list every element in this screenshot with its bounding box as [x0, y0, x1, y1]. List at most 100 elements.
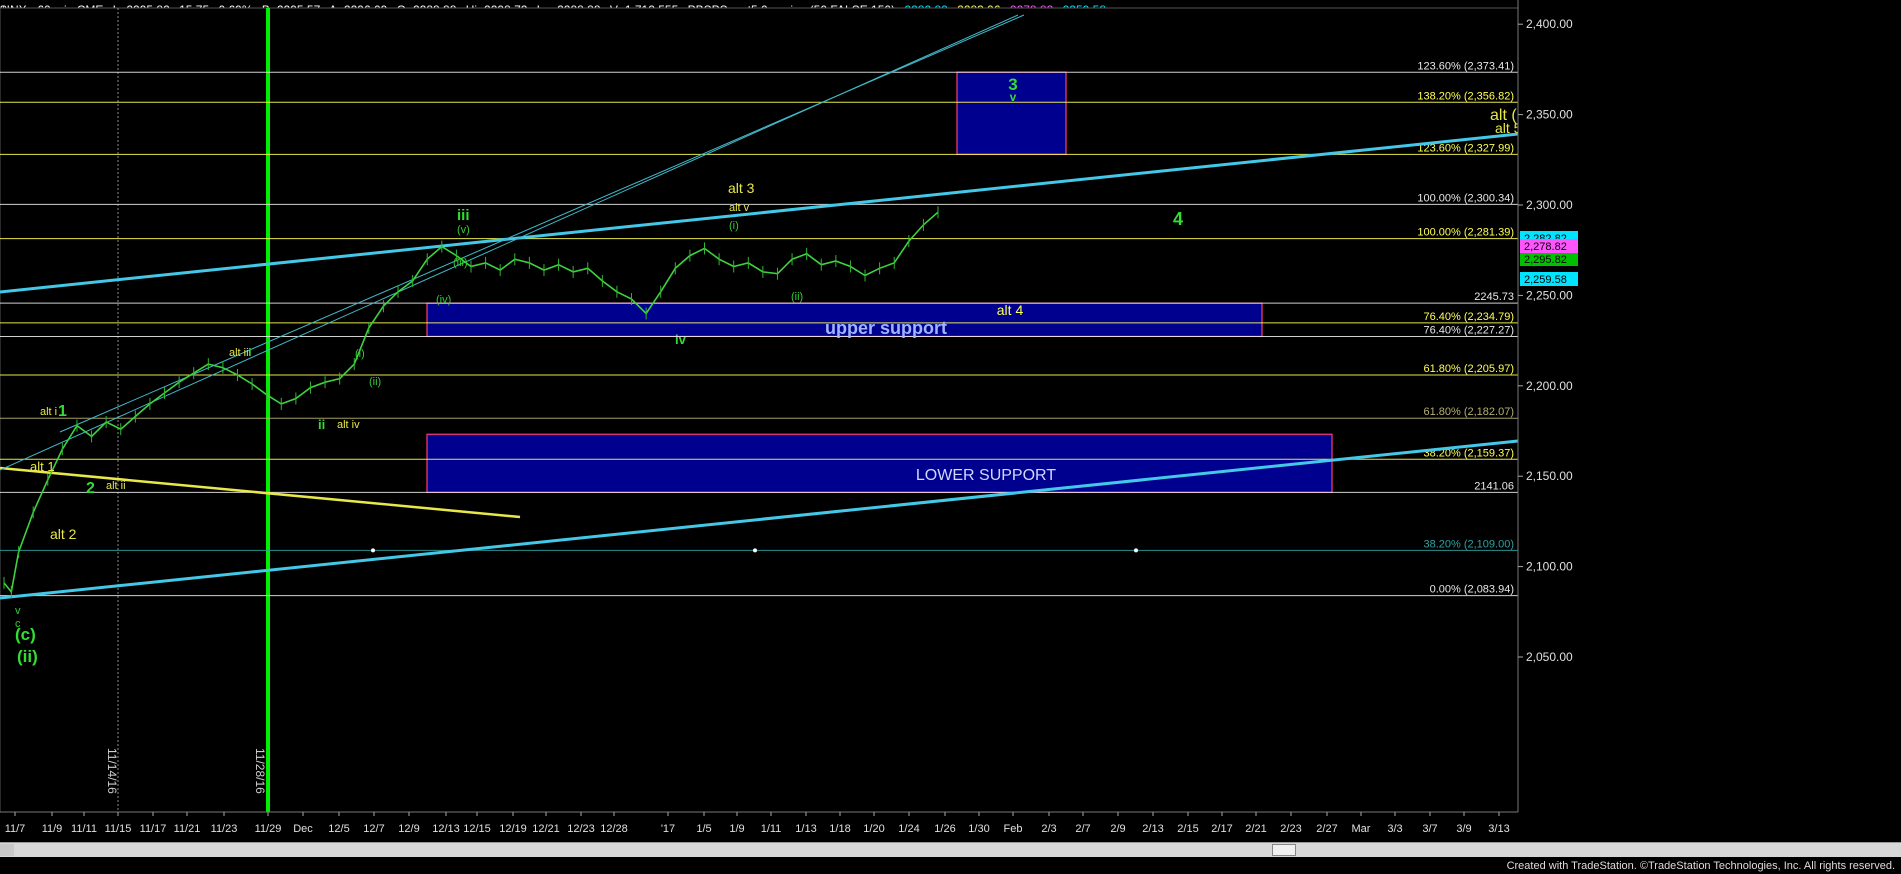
level-label-13: 0.00% (2,083.94): [1430, 584, 1514, 596]
level-label-4: 100.00% (2,281.39): [1417, 227, 1514, 239]
y-tick-label-0: 2,050.00: [1526, 650, 1573, 664]
price-tag-label-2: 2,278.82: [1524, 241, 1567, 253]
wave-label-green-2: 1: [58, 403, 67, 420]
x-tick-label-18: '17: [661, 823, 675, 835]
x-tick-label-15: 12/21: [532, 823, 560, 835]
box-label-alt-4: alt 4: [997, 302, 1024, 318]
x-tick-label-22: 1/13: [795, 823, 816, 835]
x-tick-label-13: 12/15: [463, 823, 491, 835]
y-tick-label-3: 2,200.00: [1526, 379, 1573, 393]
price-axis-bg: [1518, 0, 1901, 842]
x-tick-label-21: 1/11: [761, 823, 782, 835]
y-tick-label-1: 2,100.00: [1526, 560, 1573, 574]
wave-label-yellow-7: alt ii: [106, 480, 126, 492]
dot-marker-1: [753, 548, 757, 553]
box-label-lower-support: LOWER SUPPORT: [916, 467, 1056, 484]
level-label-8: 61.80% (2,205.97): [1423, 363, 1514, 375]
dot-marker-2: [1134, 548, 1138, 553]
x-tick-label-30: 2/7: [1075, 823, 1090, 835]
level-label-0: 123.60% (2,373.41): [1417, 60, 1514, 72]
x-tick-label-39: 3/3: [1387, 823, 1402, 835]
x-tick-label-8: Dec: [293, 823, 313, 835]
wave-label-small-2: (iv): [436, 294, 451, 306]
wave-label-small-0: (v): [457, 224, 470, 236]
wave-label-yellow-9: alt iv: [337, 419, 360, 431]
wave-label-green-3: 2: [86, 480, 95, 497]
level-label-11: 2141.06: [1474, 480, 1514, 492]
wave-label-green-1: 4: [1173, 209, 1183, 229]
wave-label-green-0: iii: [457, 207, 470, 224]
x-tick-label-17: 12/28: [600, 823, 628, 835]
wave-label-small-8: v: [15, 605, 21, 617]
x-tick-label-11: 12/9: [398, 823, 419, 835]
y-tick-label-6: 2,350.00: [1526, 108, 1573, 122]
price-tag-label-3: 2,259.58: [1524, 274, 1567, 286]
x-tick-label-3: 11/15: [105, 823, 132, 835]
tradestation-chart-window: $INX - 60 min CME L=2295.82 15.75 0.69% …: [0, 0, 1901, 874]
box-label-v: v: [1010, 90, 1017, 104]
x-tick-label-28: Feb: [1004, 823, 1023, 835]
x-tick-label-37: 2/27: [1316, 823, 1337, 835]
x-tick-label-24: 1/20: [863, 823, 884, 835]
wave-label-small-6: (ii): [791, 291, 803, 303]
x-tick-label-32: 2/13: [1142, 823, 1163, 835]
x-tick-label-1: 11/9: [42, 823, 63, 835]
x-tick-label-0: 11/7: [5, 823, 26, 835]
wave-label-small-9: c: [15, 618, 21, 630]
x-tick-label-5: 11/21: [174, 823, 201, 835]
x-tick-label-35: 2/21: [1245, 823, 1266, 835]
box-label-upper-support: upper support: [825, 318, 947, 338]
level-label-12: 38.20% (2,109.00): [1423, 538, 1514, 550]
wave-label-small-5: (i): [729, 220, 739, 232]
x-tick-label-14: 12/19: [499, 823, 527, 835]
x-tick-label-19: 1/5: [696, 823, 711, 835]
x-tick-label-38: Mar: [1352, 823, 1371, 835]
level-label-9: 61.80% (2,182.07): [1423, 406, 1514, 418]
date-marker-0: 11/14/16: [105, 748, 119, 794]
x-tick-label-23: 1/18: [829, 823, 850, 835]
x-tick-label-34: 2/17: [1211, 823, 1232, 835]
level-label-6: 76.40% (2,234.79): [1423, 311, 1514, 323]
x-tick-label-26: 1/26: [934, 823, 955, 835]
wave-label-small-1: (iii): [453, 257, 468, 269]
level-label-1: 138.20% (2,356.82): [1417, 90, 1514, 102]
x-tick-label-40: 3/7: [1422, 823, 1437, 835]
x-tick-label-25: 1/24: [898, 823, 919, 835]
y-tick-label-4: 2,250.00: [1526, 288, 1573, 302]
dot-marker-0: [371, 548, 375, 553]
level-label-5: 2245.73: [1474, 291, 1514, 303]
wave-label-yellow-4: alt i: [40, 406, 57, 418]
wave-label-yellow-0: alt 3: [728, 180, 755, 196]
x-tick-label-41: 3/9: [1456, 823, 1471, 835]
x-tick-label-16: 12/23: [567, 823, 595, 835]
x-tick-label-7: 11/29: [255, 823, 282, 835]
x-tick-label-10: 12/7: [363, 823, 384, 835]
y-tick-label-2: 2,150.00: [1526, 469, 1573, 483]
x-tick-label-36: 2/23: [1280, 823, 1301, 835]
support-box-2: [426, 433, 1333, 493]
x-tick-label-27: 1/30: [968, 823, 989, 835]
wave-label-yellow-6: alt 2: [50, 526, 77, 542]
scroll-left-button[interactable]: [0, 844, 14, 856]
x-tick-label-2: 11/11: [71, 823, 97, 835]
y-tick-label-7: 2,400.00: [1526, 17, 1573, 31]
x-tick-label-42: 3/13: [1488, 823, 1509, 835]
wave-label-small-3: (i): [355, 348, 365, 360]
wave-label-yellow-8: alt iii: [229, 347, 251, 359]
wave-label-yellow-5: alt 1: [30, 459, 55, 474]
level-label-7: 76.40% (2,227.27): [1423, 324, 1514, 336]
scroll-thumb[interactable]: [1272, 844, 1296, 856]
x-tick-label-12: 12/13: [432, 823, 460, 835]
plot-area: [0, 7, 1519, 813]
x-tick-label-20: 1/9: [729, 823, 744, 835]
x-tick-label-29: 2/3: [1041, 823, 1056, 835]
wave-label-small-4: (ii): [369, 376, 381, 388]
x-tick-label-4: 11/17: [140, 823, 167, 835]
x-tick-label-6: 11/23: [211, 823, 238, 835]
time-scrollbar[interactable]: [0, 842, 1901, 857]
y-tick-label-5: 2,300.00: [1526, 198, 1573, 212]
price-chart: 123.60% (2,373.41)138.20% (2,356.82)123.…: [0, 0, 1901, 842]
wave-label-green-4: ii: [318, 417, 325, 432]
wave-label-green-5: iv: [675, 332, 687, 347]
date-marker-1: 11/28/16: [253, 748, 267, 794]
